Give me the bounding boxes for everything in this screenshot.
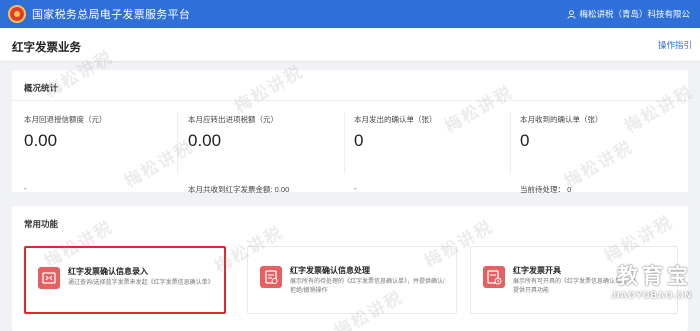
invoice-entry-icon	[38, 267, 60, 289]
function-desc: 展示所有的待处理的《红字发票信息确认单》，并提供确认/拒绝/撤销操作	[290, 279, 445, 294]
functions-title: 常用功能	[24, 219, 59, 229]
stat-label: 本月发出的确认单（张）	[354, 115, 437, 124]
operation-guide-link[interactable]: 操作指引	[658, 39, 692, 51]
invoice-issue-icon	[483, 266, 505, 288]
stat-sub: 本月共收到红字发票金额: 0.00	[188, 185, 290, 194]
invoice-process-icon	[260, 266, 282, 288]
function-red-invoice-entry[interactable]: 红字发票确认信息录入 通过查询/选择蓝字发票来发起《红字发票信息确认单》	[24, 246, 226, 314]
divider	[12, 100, 688, 101]
tax-emblem-icon	[8, 5, 26, 23]
stat-value: 0.00	[188, 131, 222, 150]
stat-sub: -	[24, 184, 27, 193]
function-red-invoice-process[interactable]: 红字发票确认信息处理 展示所有的待处理的《红字发票信息确认单》，并提供确认/拒绝…	[247, 246, 457, 314]
corner-logo: 教育宝 JIAOYUBAO.CN	[611, 260, 692, 300]
overview-card: 概况统计 本月回退授信额度（元） 0.00 - 本月应转出进项税额（元） 0.0…	[12, 70, 688, 194]
stat-value: 0.00	[24, 131, 58, 150]
stat-input-tax: 本月应转出进项税额（元） 0.00 本月共收到红字发票金额: 0.00	[188, 114, 354, 194]
function-title: 红字发票确认信息处理	[290, 266, 370, 275]
divider	[177, 112, 178, 174]
user-icon	[567, 9, 577, 19]
corner-logo-url: JIAOYUBAO.CN	[610, 290, 692, 300]
stat-sent-confirmations: 本月发出的确认单（张） 0 -	[354, 114, 520, 193]
stat-value: 0	[520, 131, 530, 150]
divider	[510, 112, 511, 174]
function-title: 红字发票确认信息录入	[68, 267, 148, 276]
stat-value: 0	[354, 131, 364, 150]
corner-logo-brand: 教育宝	[617, 265, 692, 288]
user-name: 梅松讲税（青岛）科技有限公	[579, 9, 690, 19]
function-desc: 通过查询/选择蓝字发票来发起《红字发票信息确认单》	[68, 280, 214, 286]
page-title: 红字发票业务	[12, 42, 81, 54]
divider	[344, 112, 345, 174]
stat-sub: -	[354, 184, 357, 193]
function-title: 红字发票开具	[513, 266, 561, 275]
stat-label: 本月回退授信额度（元）	[24, 115, 107, 124]
app-title: 国家税务总局电子发票服务平台	[32, 9, 191, 21]
user-menu[interactable]: 梅松讲税（青岛）科技有限公	[567, 0, 690, 28]
overview-title: 概况统计	[24, 83, 59, 93]
stat-label: 本月收到的确认单（张）	[520, 115, 603, 124]
stat-sub: 当前待处理： 0	[520, 185, 572, 194]
stat-refund-credit: 本月回退授信额度（元） 0.00 -	[24, 114, 190, 193]
top-bar: 国家税务总局电子发票服务平台 梅松讲税（青岛）科技有限公	[0, 0, 700, 28]
page-header: 红字发票业务 操作指引	[0, 28, 700, 62]
stat-received-confirmations: 本月收到的确认单（张） 0 当前待处理： 0	[520, 114, 686, 194]
stat-label: 本月应转出进项税额（元）	[188, 115, 278, 124]
